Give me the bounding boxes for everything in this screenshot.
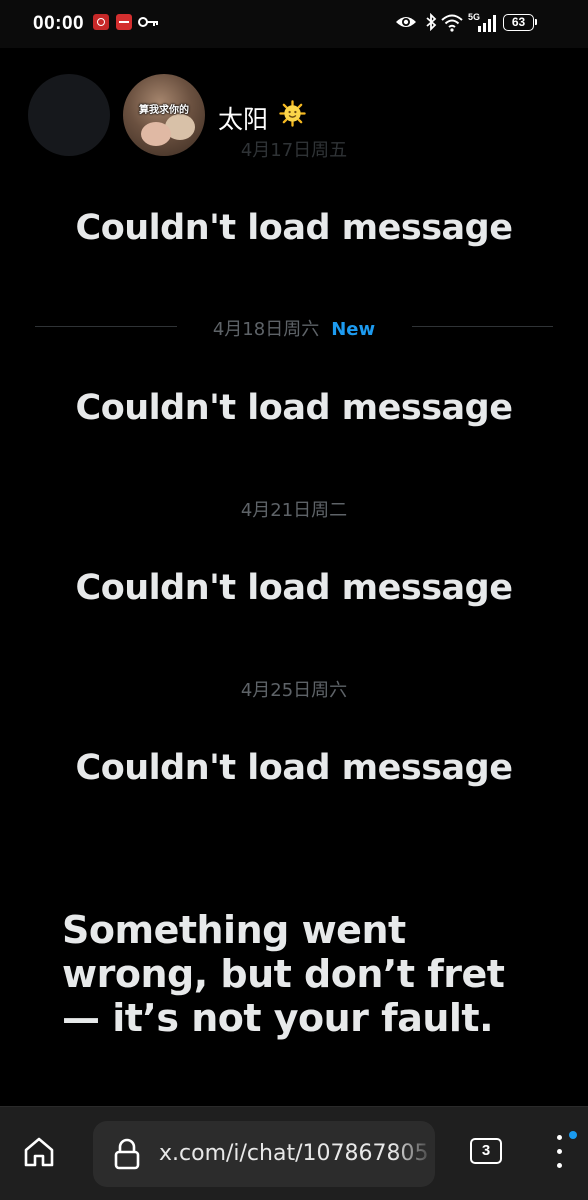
alarm-notification-icon <box>93 14 109 30</box>
error-message: Something went wrong, but don’t fret — i… <box>62 908 505 1040</box>
sun-emoji-icon <box>279 100 306 127</box>
contact-name[interactable]: 太阳 <box>218 100 268 136</box>
update-badge <box>569 1131 577 1139</box>
date-separator: 4月25日周六 <box>240 680 348 701</box>
app-notification-icon <box>116 14 132 30</box>
menu-icon[interactable] <box>548 1131 577 1173</box>
bluetooth-icon <box>426 13 437 31</box>
status-bar: 00:00 5G 63 <box>0 0 588 48</box>
date-separator: 4月17日周五 <box>240 140 348 161</box>
battery-icon: 63 <box>503 14 537 31</box>
address-bar[interactable]: x.com/i/chat/107867805 <box>93 1121 435 1187</box>
message-error: Couldn't load message <box>75 208 513 248</box>
home-icon[interactable] <box>22 1135 56 1169</box>
url-text[interactable]: x.com/i/chat/107867805 <box>159 1141 435 1166</box>
signal-icon <box>478 15 496 32</box>
lock-icon[interactable] <box>113 1138 141 1170</box>
menu-dot <box>557 1163 562 1168</box>
new-messages-divider: 4月18日周六 New <box>0 315 588 341</box>
tabs-icon[interactable]: 3 <box>470 1138 502 1164</box>
message-error: Couldn't load message <box>75 568 513 608</box>
eye-icon <box>396 17 416 27</box>
menu-dot <box>557 1135 562 1140</box>
browser-toolbar: x.com/i/chat/107867805 3 <box>0 1106 588 1200</box>
key-icon <box>138 17 158 27</box>
new-badge: New <box>331 319 376 340</box>
date-separator: 4月18日周六 <box>212 319 320 340</box>
message-error: Couldn't load message <box>75 388 513 428</box>
avatar-caption: 算我求你的 <box>139 105 189 116</box>
wifi-icon <box>441 14 463 32</box>
date-separator: 4月21日周二 <box>240 500 348 521</box>
status-time: 00:00 <box>33 13 85 34</box>
message-error: Couldn't load message <box>75 748 513 788</box>
menu-dot <box>557 1149 562 1154</box>
new-divider-right <box>412 326 553 327</box>
